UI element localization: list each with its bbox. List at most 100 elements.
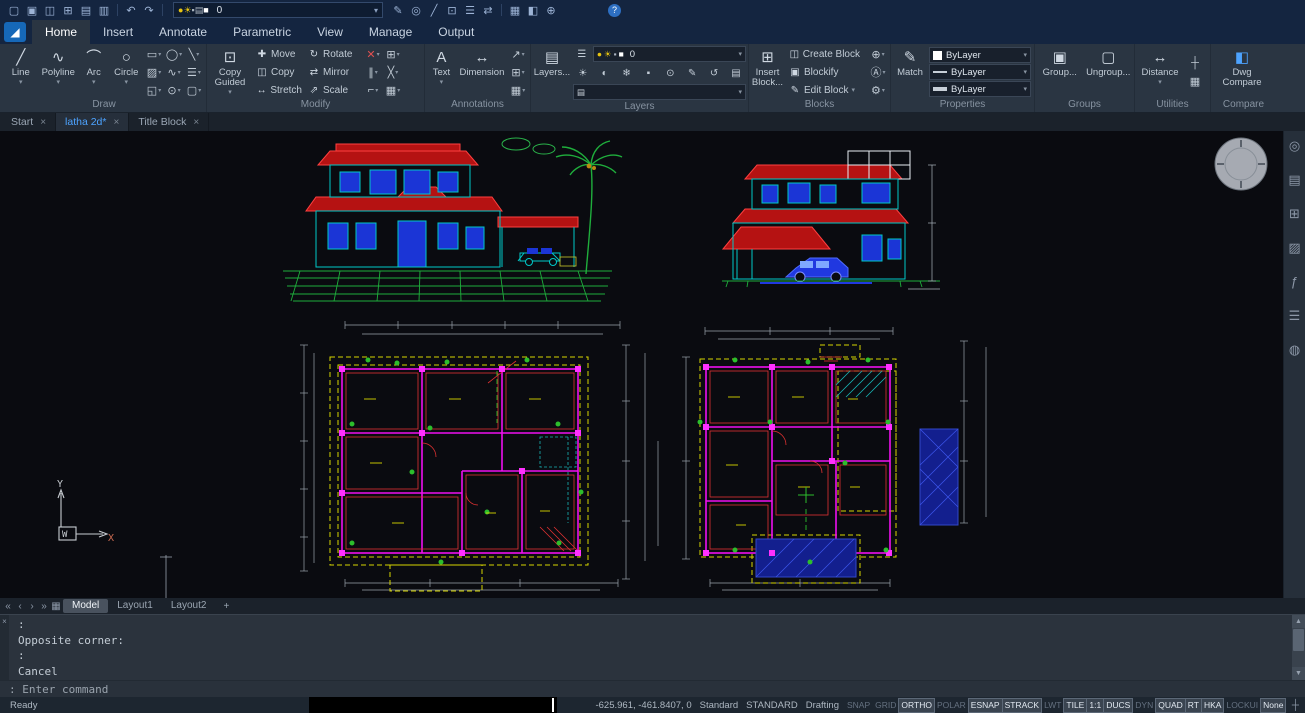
edit-block-button[interactable]: ✎ Edit Block ▾ — [786, 81, 866, 99]
add-icon[interactable]: ⊕ — [542, 2, 560, 18]
group-button[interactable]: ▣ Group... — [1037, 45, 1083, 99]
status-toggle[interactable]: DUCS — [1104, 699, 1132, 712]
plot-preview-icon[interactable]: ▥ — [95, 2, 113, 18]
status-toggle[interactable]: DYN — [1133, 699, 1155, 712]
sketch-icon[interactable]: ✎ — [389, 2, 407, 18]
scrollbar-thumb[interactable] — [1293, 629, 1304, 651]
save-all-icon[interactable]: ⊞ — [59, 2, 77, 18]
navigation-compass[interactable] — [1215, 138, 1267, 190]
swap-icon[interactable]: ⇄ — [479, 2, 497, 18]
hatch-panel-icon[interactable]: ▨ — [1288, 241, 1300, 254]
fillet-icon[interactable]: ⌐▾ — [363, 81, 383, 99]
status-toggle[interactable]: QUAD — [1156, 699, 1185, 712]
status-toggle[interactable]: HKA — [1202, 699, 1223, 712]
ribbon-tab[interactable]: Parametric — [220, 20, 304, 44]
id-point-icon[interactable]: ┼ — [1185, 54, 1205, 72]
dimension-style-icon[interactable]: ▦▾ — [508, 81, 528, 99]
point-tool-icon[interactable]: ⊙▾ — [164, 81, 184, 99]
layer-freeze-icon[interactable]: ❄ — [618, 65, 636, 81]
drawing-canvas[interactable]: Y W X — [0, 131, 1283, 598]
layer-filter-dropdown[interactable]: ▤ ▾ — [573, 84, 746, 100]
stretch-button[interactable]: ↔ Stretch — [253, 81, 305, 99]
ray-tool-icon[interactable]: ╲▾ — [184, 45, 204, 63]
hatch-tool-icon[interactable]: ▨▾ — [144, 63, 164, 81]
ribbon-tab[interactable]: Annotate — [146, 20, 220, 44]
status-toggle[interactable]: SNAP — [845, 699, 872, 712]
status-toggle[interactable]: POLAR — [935, 699, 968, 712]
blockify-button[interactable]: ▣ Blockify — [786, 63, 866, 81]
block-attach-icon[interactable]: ⊕▾ — [868, 45, 888, 63]
standard-item[interactable]: STANDARD — [742, 700, 802, 711]
status-toggle[interactable]: ESNAP — [969, 699, 1002, 712]
layer-previous-icon[interactable]: ↺ — [705, 65, 723, 81]
linetype-control[interactable]: ByLayer ▾ — [929, 64, 1031, 80]
copy-guided-button[interactable]: ⊡ Copy Guided ▾ — [209, 45, 251, 99]
scrollbar-track[interactable] — [1292, 628, 1305, 667]
layer-lock-tool-icon[interactable]: ▪ — [639, 65, 657, 81]
mirror-button[interactable]: ⇄ Mirror — [305, 63, 361, 81]
table-icon[interactable]: ⊞▾ — [508, 63, 528, 81]
last-layout-icon[interactable]: » — [38, 601, 50, 612]
layout-tab-layout2[interactable]: Layout2 — [162, 599, 216, 613]
dwg-compare-button[interactable]: ◧ Dwg Compare — [1213, 45, 1271, 99]
redo-icon[interactable]: ↷ — [140, 2, 158, 18]
ellipse-tool-icon[interactable]: ◯▾ — [164, 45, 184, 63]
block-settings-icon[interactable]: ⚙▾ — [868, 81, 888, 99]
target-icon[interactable]: ◎ — [407, 2, 425, 18]
layers-button[interactable]: ▤ Layers... — [533, 45, 571, 101]
offset-icon[interactable]: ∥▾ — [363, 63, 383, 81]
status-toggle[interactable]: STRACK — [1003, 699, 1041, 712]
help-icon[interactable]: ? — [608, 4, 621, 17]
arc-button[interactable]: ⌒ Arc ▾ — [79, 45, 109, 99]
copy-button[interactable]: ◫ Copy — [253, 63, 305, 81]
color-control[interactable]: ByLayer ▾ — [929, 47, 1031, 63]
status-toggle[interactable]: None — [1261, 699, 1285, 712]
move-button[interactable]: ✚ Move — [253, 45, 305, 63]
polyline-button[interactable]: ∿ Polyline ▾ — [40, 45, 77, 99]
block-attributes-icon[interactable]: Ⓐ▾ — [868, 63, 888, 81]
status-toggle[interactable]: LOCKUI — [1224, 699, 1260, 712]
region-tool-icon[interactable]: ◱▾ — [144, 81, 164, 99]
ribbon-tab[interactable]: View — [304, 20, 356, 44]
lineweight-control[interactable]: ByLayer ▾ — [929, 81, 1031, 97]
layer-list-icon[interactable]: ☰ — [573, 46, 591, 62]
new-file-icon[interactable]: ▢ — [5, 2, 23, 18]
status-toggle[interactable]: 1:1 — [1087, 699, 1103, 712]
dimension-button[interactable]: ↔ Dimension — [458, 45, 506, 99]
tab-latha-2d[interactable]: latha 2d* × — [56, 113, 129, 131]
close-icon[interactable]: × — [193, 117, 199, 128]
list-icon[interactable]: ☰ — [461, 2, 479, 18]
insert-block-button[interactable]: ⊞ Insert Block... — [751, 45, 784, 99]
close-icon[interactable]: × — [40, 117, 46, 128]
create-block-button[interactable]: ◫ Create Block — [786, 45, 866, 63]
command-input[interactable]: : Enter command — [0, 680, 1305, 697]
shade-icon[interactable]: ◧ — [524, 2, 542, 18]
cursor-style-item[interactable]: Standard — [696, 700, 743, 711]
open-file-icon[interactable]: ▣ — [23, 2, 41, 18]
layout-list-icon[interactable]: ▦ — [50, 601, 62, 612]
layer-walk-icon[interactable]: ✎ — [683, 65, 701, 81]
tab-title-block[interactable]: Title Block × — [129, 113, 209, 131]
line-segment-icon[interactable]: ╱ — [425, 2, 443, 18]
fields-panel-icon[interactable]: ƒ — [1291, 275, 1298, 288]
array-icon[interactable]: ▦▾ — [383, 81, 403, 99]
ungroup-button[interactable]: ▢ Ungroup... — [1085, 45, 1132, 99]
text-button[interactable]: A Text ▾ — [427, 45, 456, 99]
layout-tab-layout1[interactable]: Layout1 — [108, 599, 162, 613]
layer-isolate-icon[interactable]: ◐ — [596, 65, 614, 81]
ribbon-tab[interactable]: Output — [425, 20, 487, 44]
next-layout-icon[interactable]: › — [26, 601, 38, 612]
circle-button[interactable]: ○ Circle ▾ — [110, 45, 142, 99]
add-layout-button[interactable]: + — [216, 601, 236, 612]
status-toggle[interactable]: GRID — [873, 699, 898, 712]
explode-icon[interactable]: ⊞▾ — [383, 45, 403, 63]
app-logo[interactable]: ◢ — [4, 22, 26, 42]
layer-states-icon[interactable]: ▤ — [727, 65, 745, 81]
layers-panel-icon[interactable]: ▤ — [1288, 173, 1300, 186]
properties-panel-icon[interactable]: ◎ — [1289, 139, 1300, 152]
layer-dropdown[interactable]: ●☀▪■ 0 ▾ — [593, 46, 746, 62]
save-icon[interactable]: ◫ — [41, 2, 59, 18]
layout-tab-model[interactable]: Model — [63, 599, 108, 613]
rectangle-tool-icon[interactable]: ▭▾ — [144, 45, 164, 63]
tab-start[interactable]: Start × — [2, 113, 56, 131]
